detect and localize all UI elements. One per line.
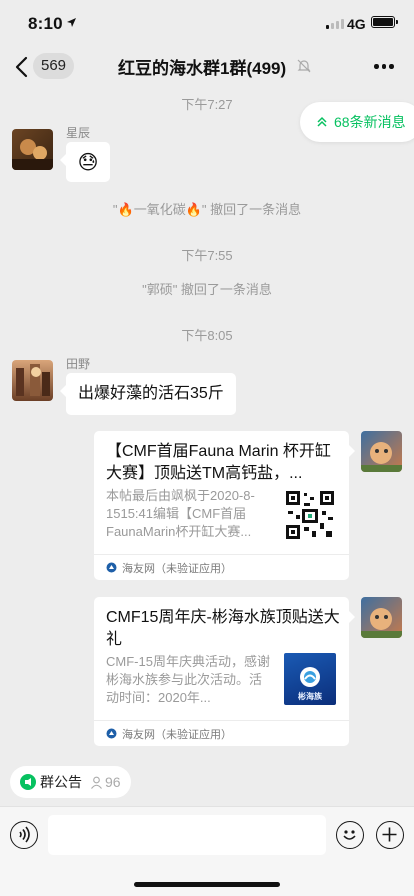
text-bubble[interactable]: 出爆好藻的活石35斤 [60,373,236,415]
double-chevron-up-icon [317,116,327,127]
link-card[interactable]: CMF15周年庆-彬海水族顶贴送大礼 CMF-15周年庆典活动，感谢彬海水族参与… [94,597,355,746]
chat-title: 红豆的海水群1群(499) [118,59,287,78]
recall-notice: "🔥一氧化碳🔥" 撤回了一条消息 [112,202,302,217]
message-input[interactable] [48,815,326,855]
battery-icon [371,16,398,28]
signal-bars-icon [326,19,344,29]
avatar-image [361,608,402,638]
time-label: 下午8:05 [181,328,233,343]
avatar-self[interactable] [361,597,402,638]
qr-code-thumbnail [284,489,336,541]
group-notice-label: 群公告 [40,774,82,790]
avatar-image [16,364,50,396]
sender-name: 星辰 [66,126,91,140]
app-source-icon [106,728,117,739]
status-bar: 8:10 4G [0,0,414,46]
unread-count-badge[interactable]: 569 [33,53,75,79]
card-footer: 海友网（未验证应用） [94,554,349,580]
card-title: 【CMF首届Fauna Marin 杯开缸大赛】顶贴送TM高钙盐，... [106,443,331,482]
card-description: 本帖最后由飒枫于2020-8-1515:41编辑【CMF首届FaunaMarin… [106,488,255,539]
more-functions-button[interactable] [376,821,404,849]
voice-icon [19,826,30,843]
time-label: 下午7:55 [181,248,233,263]
time-label: 下午7:27 [181,97,233,112]
mute-bell-icon [297,59,311,73]
group-notice-button[interactable]: 群公告 96 [10,766,131,798]
avatar-self[interactable] [361,431,402,472]
member-count: 96 [90,774,121,790]
network-type: 4G [347,16,366,32]
home-indicator [134,882,280,887]
sweat-emoji-sticker: 😓 [77,151,99,174]
card-source: 海友网（未验证应用） [122,728,232,741]
smiley-icon [343,830,356,840]
sticker-bubble[interactable]: 😓 [60,142,110,182]
fire-emoji: 🔥 [185,202,202,217]
app-source-icon [106,562,117,573]
plus-icon [382,827,397,842]
avatar[interactable] [12,360,53,401]
fire-emoji: 🔥 [117,202,134,217]
voice-input-button[interactable] [10,821,38,849]
link-card[interactable]: 【CMF首届Fauna Marin 杯开缸大赛】顶贴送TM高钙盐，... 本帖最… [94,431,355,580]
thumb-label: 彬海族 [298,692,322,701]
card-title: CMF15周年庆-彬海水族顶贴送大礼 [106,609,340,648]
card-description: CMF-15周年庆典活动，感谢彬海水族参与此次活动。活动时间：2020年... [106,654,270,705]
avatar-image [12,139,53,170]
chat-header: 569 红豆的海水群1群(499) [0,46,414,88]
location-arrow-icon [67,18,76,27]
emoji-button[interactable] [336,821,364,849]
event-thumbnail: 彬海族 [284,653,336,705]
avatar[interactable] [12,129,53,170]
person-icon [91,776,102,789]
card-source: 海友网（未验证应用） [122,562,232,575]
new-messages-label: 68条新消息 [334,114,406,130]
status-time: 8:10 [28,14,63,33]
more-options-icon[interactable] [374,64,394,69]
recall-notice: "郭硕" 撤回了一条消息 [142,282,272,297]
sender-name: 田野 [66,357,91,371]
avatar-image [361,442,402,472]
logo-icon [300,667,320,687]
announcement-icon [20,774,36,790]
card-footer: 海友网（未验证应用） [94,720,349,746]
